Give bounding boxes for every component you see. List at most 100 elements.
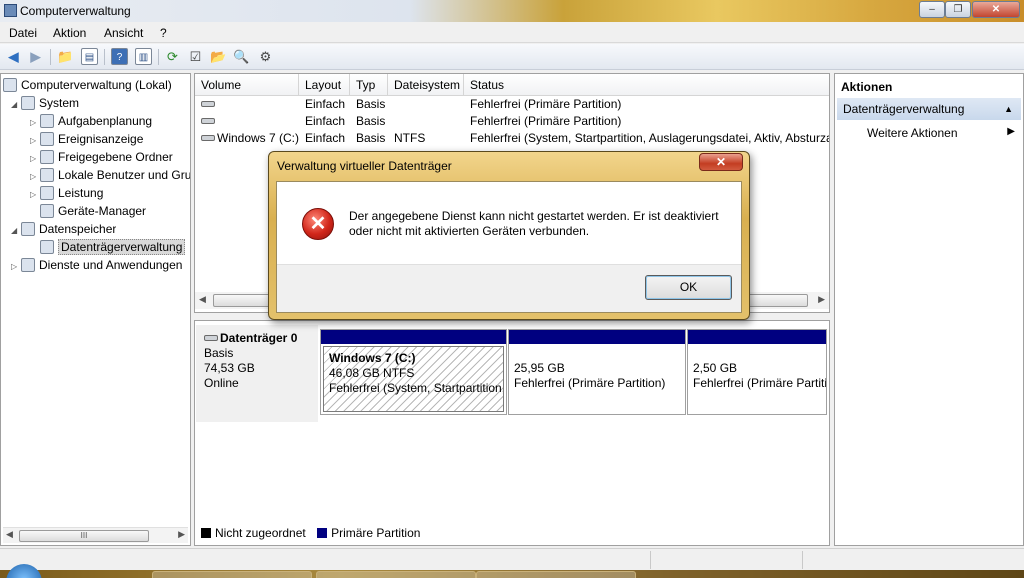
ok-button[interactable]: OK	[645, 275, 732, 300]
legend: Nicht zugeordnet Primäre Partition	[201, 525, 420, 541]
submenu-arrow-icon: ▶	[1007, 126, 1015, 137]
event-viewer-icon	[40, 132, 54, 146]
maximize-button[interactable]: ❐	[945, 1, 971, 18]
taskbar-button[interactable]	[476, 571, 636, 578]
column-header-typ[interactable]: Typ	[350, 74, 388, 96]
scroll-left-icon[interactable]: ◀	[6, 529, 13, 540]
partition-2[interactable]: 25,95 GB Fehlerfrei (Primäre Partition)	[508, 329, 686, 415]
cell-typ: Basis	[356, 97, 386, 111]
column-header-status[interactable]: Status	[464, 74, 829, 96]
tree-item-ereignisanzeige[interactable]: ▷ Ereignisanzeige	[30, 130, 143, 148]
tree-item-datenspeicher[interactable]: ◢ Datenspeicher	[11, 220, 116, 238]
show-hide-action-pane-icon[interactable]: ▥	[135, 48, 152, 65]
tree-horizontal-scrollbar[interactable]: ◀ III ▶	[3, 527, 188, 543]
tree-item-geraete-manager[interactable]: Geräte-Manager	[40, 202, 146, 220]
show-hide-tree-icon[interactable]: ▤	[81, 48, 98, 65]
expand-triangle-icon[interactable]: ▷	[30, 132, 40, 148]
menu-datei[interactable]: Datei	[9, 26, 37, 40]
menu-bar: Datei Aktion Ansicht ?	[0, 22, 1024, 43]
volume-icon	[201, 135, 215, 141]
taskbar-button[interactable]	[316, 571, 476, 578]
dialog-content: ✕ Der angegebene Dienst kann nicht gesta…	[276, 181, 742, 313]
collapse-triangle-icon[interactable]: ◢	[11, 222, 21, 238]
tree-item-aufgabenplanung[interactable]: ▷ Aufgabenplanung	[30, 112, 152, 130]
scrollbar-thumb[interactable]: III	[19, 530, 149, 542]
expand-triangle-icon[interactable]: ▷	[11, 258, 21, 274]
partition-size: 46,08 GB NTFS	[329, 366, 415, 380]
table-row[interactable]	[197, 113, 297, 130]
expand-triangle-icon[interactable]: ▷	[30, 186, 40, 202]
tree-item-dienste-anwendungen[interactable]: ▷ Dienste und Anwendungen	[11, 256, 191, 274]
disk-info[interactable]: Datenträger 0 Basis 74,53 GB Online	[196, 325, 318, 422]
table-row[interactable]: Windows 7 (C:)	[197, 130, 299, 147]
cell-dateisystem: NTFS	[394, 131, 426, 145]
close-button[interactable]: ✕	[972, 1, 1020, 18]
column-header-layout[interactable]: Layout	[299, 74, 350, 96]
partition-bar	[688, 330, 826, 344]
settings-icon[interactable]: ⚙	[257, 48, 274, 65]
taskbar	[0, 564, 1024, 578]
expand-triangle-icon[interactable]: ▷	[30, 150, 40, 166]
column-header-volume[interactable]: Volume	[195, 74, 299, 96]
navigation-tree: Computerverwaltung (Lokal) ◢ System ▷ Aufg…	[0, 73, 191, 546]
tree-item-leistung[interactable]: ▷ Leistung	[30, 184, 103, 202]
disk-management-icon	[40, 240, 54, 254]
computer-management-icon	[3, 78, 17, 92]
cell-typ: Basis	[356, 114, 386, 128]
tree-item-lokale-benutzer[interactable]: ▷Lokale Benutzer und Gruppen	[30, 166, 190, 184]
device-manager-icon	[40, 204, 54, 218]
tree-item-system[interactable]: ◢ System	[11, 94, 79, 112]
cell-dateisystem	[390, 96, 464, 113]
disk-map: Datenträger 0 Basis 74,53 GB Online Wind…	[194, 320, 830, 546]
search-icon[interactable]: 🔍	[233, 48, 250, 65]
refresh-icon[interactable]: ⟳	[164, 48, 181, 65]
cell-layout: Einfach	[305, 114, 346, 128]
menu-help[interactable]: ?	[160, 26, 167, 40]
cell-layout: Einfach	[305, 97, 346, 111]
help-icon[interactable]: ?	[111, 48, 128, 65]
collapse-triangle-icon[interactable]: ◢	[11, 96, 21, 112]
legend-label: Primäre Partition	[331, 526, 421, 540]
expand-triangle-icon[interactable]: ▷	[30, 114, 40, 130]
partition-3[interactable]: 2,50 GB Fehlerfrei (Primäre Partition)	[687, 329, 827, 415]
expand-triangle-icon[interactable]: ▷	[30, 168, 40, 184]
column-header-dateisystem[interactable]: Dateisystem	[388, 74, 464, 96]
tree-item-freigegebene-ordner[interactable]: ▷ Freigegebene Ordner	[30, 148, 173, 166]
open-folder-icon[interactable]: 📂	[210, 48, 227, 65]
disk-type: Basis	[204, 346, 234, 360]
more-actions-item[interactable]: Weitere Aktionen	[867, 126, 958, 140]
cell-layout: Einfach	[305, 131, 346, 145]
tree-item-computerverwaltung[interactable]: Computerverwaltung (Lokal)	[3, 76, 172, 94]
table-row[interactable]	[197, 96, 297, 113]
scroll-right-icon[interactable]: ▶	[178, 529, 185, 540]
forward-arrow-icon[interactable]: ▶	[27, 48, 44, 65]
dialog-title: Verwaltung virtueller Datenträger	[277, 159, 452, 173]
taskbar-button[interactable]	[152, 571, 312, 578]
actions-title: Aktionen	[841, 80, 893, 94]
legend-swatch-primary	[317, 528, 328, 538]
scroll-right-icon[interactable]: ▶	[818, 294, 825, 305]
collapse-caret-icon[interactable]: ▲	[1004, 98, 1013, 120]
task-scheduler-icon	[40, 114, 54, 128]
up-folder-icon[interactable]: 📁	[57, 48, 74, 65]
volume-icon	[201, 101, 215, 107]
dialog-close-button[interactable]: ✕	[699, 153, 743, 171]
scroll-left-icon[interactable]: ◀	[199, 294, 206, 305]
storage-icon	[21, 222, 35, 236]
menu-aktion[interactable]: Aktion	[53, 26, 86, 40]
actions-section-header[interactable]: Datenträgerverwaltung ▲	[837, 98, 1021, 120]
back-arrow-icon[interactable]: ◀	[5, 48, 22, 65]
users-icon	[40, 168, 54, 182]
properties-icon[interactable]: ☑	[187, 48, 204, 65]
partition-c[interactable]: Windows 7 (C:) 46,08 GB NTFS Fehlerfrei …	[320, 329, 507, 415]
status-bar	[0, 548, 1024, 570]
cell-dateisystem	[390, 113, 464, 130]
window-title: Computerverwaltung	[20, 4, 131, 18]
shared-folders-icon	[40, 150, 54, 164]
minimize-button[interactable]: –	[919, 1, 945, 18]
disk-name: Datenträger 0	[220, 331, 298, 345]
tree-item-datentraegerverwaltung[interactable]: Datenträgerverwaltung	[40, 238, 186, 256]
dialog-footer: OK	[277, 264, 741, 312]
legend-label: Nicht zugeordnet	[215, 526, 306, 540]
menu-ansicht[interactable]: Ansicht	[104, 26, 143, 40]
